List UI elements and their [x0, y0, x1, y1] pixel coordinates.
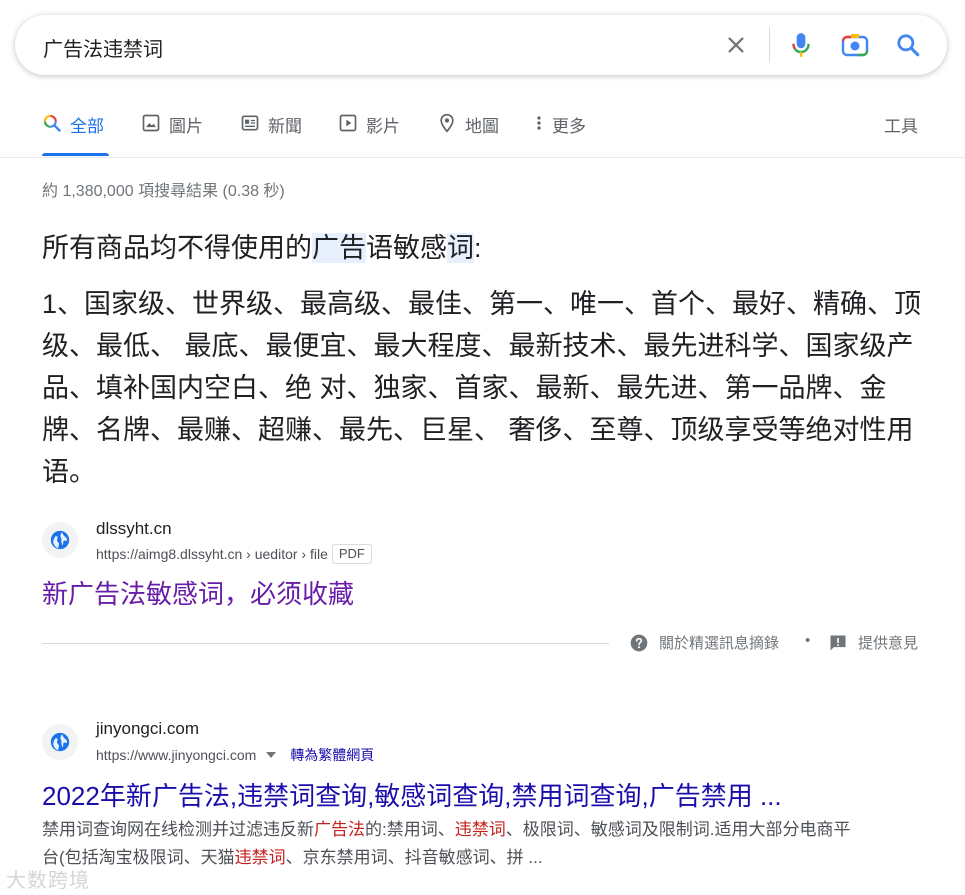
map-pin-icon [440, 113, 454, 133]
result1-url[interactable]: https://aimg8.dlssyht.cn › ueditor › fil… [96, 546, 328, 562]
translate-page-link[interactable]: 轉為繁體網頁 [290, 745, 374, 765]
result2-site-name: jinyongci.com [96, 719, 199, 738]
tab-tools-label: 工具 [884, 117, 918, 136]
chevron-down-icon[interactable] [266, 752, 277, 758]
watermark-logo: 大数跨境 [6, 870, 90, 892]
tab-videos-label: 影片 [366, 117, 400, 136]
feedback-link[interactable]: 提供意見 [828, 632, 918, 653]
tab-more[interactable]: 更多 [534, 112, 586, 156]
feedback-icon [830, 635, 846, 650]
snippet-divider [42, 643, 609, 644]
tabs-divider [0, 157, 965, 158]
result-stats: 約 1,380,000 項搜尋結果 (0.38 秒) [42, 183, 285, 200]
search-colored-icon [43, 114, 61, 132]
tab-images-label: 圖片 [169, 117, 203, 136]
snippet-heading-highlight-2: 词 [447, 233, 474, 263]
result2-url[interactable]: https://www.jinyongci.com [96, 747, 256, 763]
tab-all-label: 全部 [70, 117, 104, 136]
feedback-separator: • [805, 632, 811, 649]
result2-breadcrumb: https://www.jinyongci.com 轉為繁體網頁 [96, 745, 374, 765]
help-icon [630, 634, 648, 651]
tab-all[interactable]: 全部 [42, 112, 104, 156]
search-bar: 广告法违禁词 [15, 15, 947, 75]
about-snippet-link[interactable]: 關於精選訊息摘錄 [629, 632, 779, 653]
snippet-heading-pre: 所有商品均不得使用的 [42, 233, 312, 263]
globe-icon [42, 522, 78, 558]
snippet-heading-highlight-1: 广告 [312, 233, 366, 263]
tab-images[interactable]: 圖片 [141, 112, 203, 156]
pdf-badge: PDF [331, 544, 372, 564]
desc-part-4: 、京东禁用词、抖音敏感词、拼 ... [285, 848, 543, 867]
image-icon [142, 114, 160, 132]
result2-title-link[interactable]: 2022年新广告法,违禁词查询,敏感词查询,禁用词查询,广告禁用 ... [42, 776, 782, 813]
desc-emphasis-2: 违禁词 [454, 820, 506, 839]
tab-videos[interactable]: 影片 [338, 112, 400, 156]
snippet-heading: 所有商品均不得使用的广告语敏感词: [42, 226, 482, 265]
search-input[interactable]: 广告法违禁词 [43, 33, 163, 62]
mic-icon[interactable] [787, 31, 815, 59]
tab-news[interactable]: 新聞 [240, 112, 302, 156]
video-icon [339, 114, 357, 132]
desc-emphasis-3: 违禁词 [234, 848, 286, 867]
news-icon [241, 115, 259, 131]
tab-maps[interactable]: 地圖 [437, 112, 499, 156]
desc-emphasis-1: 广告法 [314, 820, 365, 839]
snippet-heading-mid: 语敏感 [366, 233, 447, 263]
tab-tools[interactable]: 工具 [884, 112, 918, 156]
feedback-label: 提供意見 [858, 635, 919, 652]
snippet-heading-post: : [474, 233, 482, 263]
result1-site-name: dlssyht.cn [96, 519, 172, 538]
tab-maps-label: 地圖 [465, 117, 499, 136]
result2-description: 禁用词查询网在线检测并过滤违反新广告法的:禁用词、违禁词、极限词、敏感词及限制词… [42, 816, 862, 872]
tab-news-label: 新聞 [268, 117, 302, 136]
camera-icon[interactable] [841, 31, 869, 59]
result1-title-link[interactable]: 新广告法敏感词，必须收藏 [42, 574, 354, 611]
active-tab-indicator [42, 153, 109, 156]
desc-part-2: 的:禁用词、 [365, 820, 455, 839]
close-icon[interactable] [722, 31, 750, 59]
search-icon[interactable] [894, 31, 922, 59]
result1-breadcrumb: https://aimg8.dlssyht.cn › ueditor › fil… [96, 544, 372, 564]
globe-icon [42, 724, 78, 760]
about-snippet-label: 關於精選訊息摘錄 [659, 635, 780, 652]
search-tabs: 全部 圖片 新聞 影片 地圖 更多 工具 [42, 112, 922, 158]
search-divider [769, 27, 770, 63]
tab-more-label: 更多 [552, 117, 586, 136]
snippet-body: 1、国家级、世界级、最高级、最佳、第一、唯一、首个、最好、精确、顶级、最低、 最… [42, 289, 922, 487]
more-vert-icon [537, 116, 541, 130]
desc-part-1: 禁用词查询网在线检测并过滤违反新 [42, 820, 314, 839]
